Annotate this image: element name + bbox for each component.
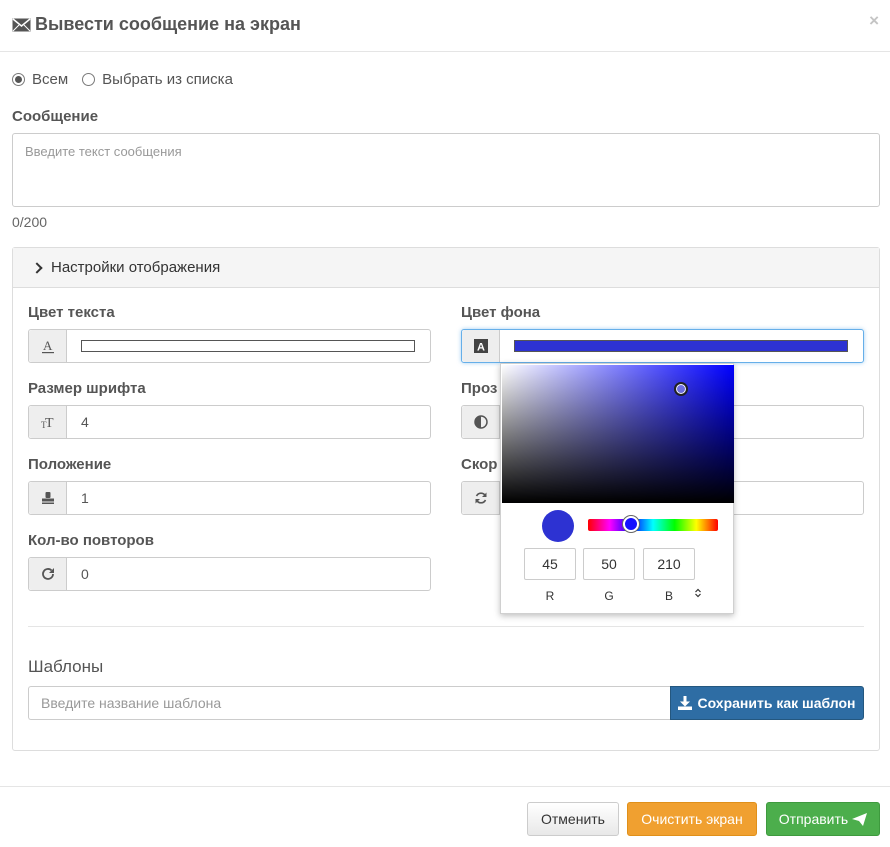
color-preview	[542, 510, 574, 542]
format-toggle-icon[interactable]	[694, 588, 702, 601]
send-button[interactable]: Отправить	[766, 802, 880, 836]
green-label: G	[604, 589, 614, 603]
font-color-icon: A	[29, 330, 67, 362]
download-icon	[678, 696, 693, 710]
contrast-icon	[462, 406, 500, 438]
red-label: R	[545, 589, 555, 603]
svg-text:T: T	[45, 416, 54, 430]
hue-slider-knob[interactable]	[623, 516, 639, 532]
green-input[interactable]: 50	[583, 548, 635, 580]
transparency-label: Проз	[461, 380, 498, 397]
radio-all[interactable]: Всем	[12, 71, 68, 88]
modal-footer-divider	[0, 786, 890, 787]
hue-slider[interactable]	[588, 519, 718, 531]
radio-select-circle[interactable]	[82, 73, 96, 86]
stamp-icon	[29, 482, 67, 514]
save-template-button[interactable]: Сохранить как шаблон	[670, 686, 864, 720]
send-plane-icon	[852, 812, 868, 826]
template-name-input[interactable]: Введите название шаблона	[28, 686, 671, 720]
text-height-icon: TT	[29, 406, 67, 438]
text-color-input[interactable]: A	[28, 329, 431, 363]
message-counter: 0/200	[12, 214, 48, 230]
position-input[interactable]: 1	[28, 481, 431, 515]
font-size-label: Размер шрифта	[28, 380, 146, 397]
repeats-label: Кол-во повторов	[28, 532, 154, 549]
repeats-input[interactable]: 0	[28, 557, 431, 591]
message-textarea[interactable]: Введите текст сообщения	[12, 133, 880, 207]
color-picker-popup: 45 50 210 R G B	[500, 363, 734, 614]
saturation-value-knob[interactable]	[674, 382, 688, 396]
saturation-value-area[interactable]	[502, 365, 734, 503]
font-size-input[interactable]: TT 4	[28, 405, 431, 439]
svg-text:A: A	[43, 338, 53, 353]
text-color-label: Цвет текста	[28, 304, 115, 321]
display-settings-title: Настройки отображения	[51, 259, 221, 276]
radio-select-label: Выбрать из списка	[102, 71, 233, 88]
display-settings-toggle[interactable]: Настройки отображения	[13, 248, 879, 288]
speed-label: Скор	[461, 456, 498, 473]
radio-all-label: Всем	[32, 71, 69, 88]
bg-color-icon: A	[462, 330, 500, 362]
divider	[28, 626, 864, 627]
chevron-right-icon	[31, 261, 43, 274]
text-color-swatch[interactable]	[81, 340, 415, 352]
repeats-value[interactable]: 0	[67, 558, 430, 590]
modal-title-text: Вывести сообщение на экран	[35, 14, 301, 34]
close-icon[interactable]: ×	[869, 11, 879, 31]
blue-input[interactable]: 210	[643, 548, 695, 580]
message-label: Сообщение	[12, 108, 99, 125]
bg-color-label: Цвет фона	[461, 304, 541, 321]
send-label: Отправить	[778, 811, 849, 827]
blue-label: B	[664, 589, 673, 603]
radio-select-from-list[interactable]: Выбрать из списка	[82, 71, 233, 88]
save-template-label: Сохранить как шаблон	[697, 695, 856, 711]
envelope-icon	[12, 17, 31, 31]
recipient-radio-group: Всем Выбрать из списка	[12, 71, 247, 88]
clear-screen-button[interactable]: Очистить экран	[627, 802, 757, 836]
position-value[interactable]: 1	[67, 482, 430, 514]
font-size-value[interactable]: 4	[67, 406, 430, 438]
cancel-button[interactable]: Отменить	[527, 802, 619, 836]
radio-all-circle[interactable]	[12, 73, 25, 86]
templates-title: Шаблоны	[28, 657, 104, 676]
red-input[interactable]: 45	[524, 548, 576, 580]
bg-color-input[interactable]: A	[461, 329, 864, 363]
refresh-icon	[462, 482, 500, 514]
svg-text:A: A	[477, 342, 485, 354]
modal-header: Вывести сообщение на экран ×	[0, 0, 890, 52]
bg-color-swatch[interactable]	[514, 340, 848, 352]
position-label: Положение	[28, 456, 112, 473]
repeat-icon	[29, 558, 67, 590]
modal-title: Вывести сообщение на экран	[12, 14, 301, 35]
